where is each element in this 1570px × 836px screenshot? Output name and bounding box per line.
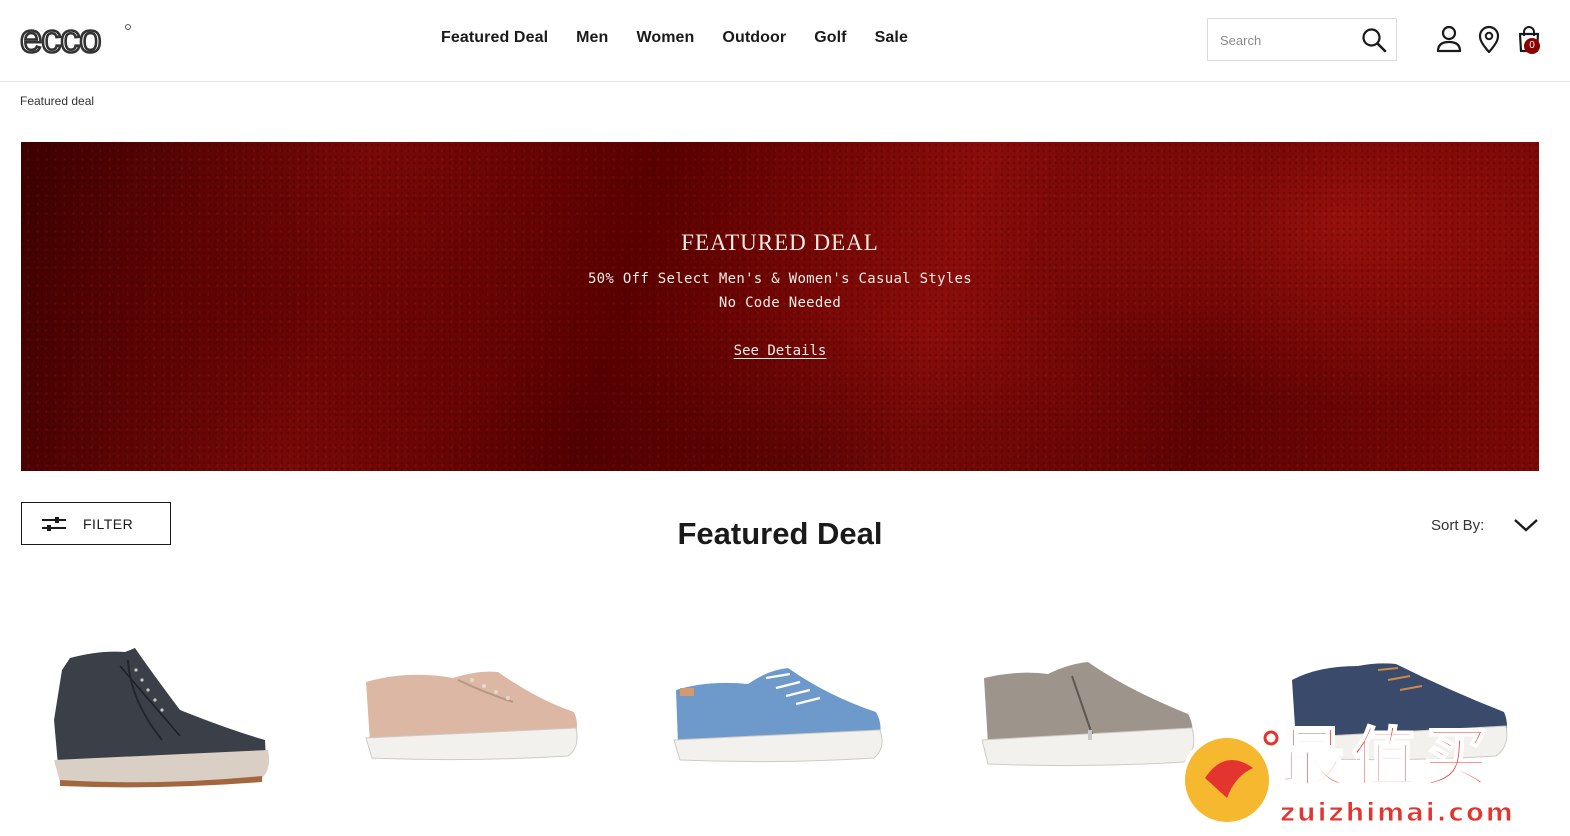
nav-men[interactable]: Men [576,28,608,48]
see-details-link[interactable]: See Details [734,343,827,359]
breadcrumb[interactable]: Featured deal [20,94,94,108]
banner-subtitle-2: No Code Needed [718,295,842,311]
shoe-upper [54,648,266,765]
nav-outdoor[interactable]: Outdoor [722,28,786,48]
banner-subtitle: 50% Off Select Men's & Women's Casual St… [587,271,973,287]
promo-banner: FEATURED DEAL 50% Off Select Men's & Wom… [21,142,1539,471]
product-card[interactable] [40,600,340,836]
product-image[interactable] [40,600,340,836]
page-title: Featured Deal [677,516,883,551]
nav-golf[interactable]: Golf [814,28,846,48]
watermark-url: zuizhimai.com [1280,798,1515,829]
site-header: ecco Featured Deal Men Women Outdoor Gol… [0,0,1570,82]
sort-label[interactable]: Sort By: [1431,517,1484,534]
nav-sale[interactable]: Sale [875,28,908,48]
main-nav: Featured Deal Men Women Outdoor Golf Sal… [441,28,908,48]
product-card[interactable] [658,600,958,836]
banner-title: FEATURED DEAL [681,230,879,255]
search-box [1207,18,1397,61]
search-icon[interactable] [1360,26,1388,54]
product-image[interactable] [658,600,958,836]
store-locator-icon[interactable] [1474,24,1504,54]
product-card[interactable] [348,600,648,836]
nav-featured-deal[interactable]: Featured Deal [441,28,548,48]
cart-count-badge: 0 [1524,38,1540,54]
chevron-down-icon[interactable] [1512,514,1540,536]
product-image[interactable] [348,600,648,836]
nav-women[interactable]: Women [636,28,694,48]
ecco-logo[interactable]: ecco [20,22,132,56]
watermark-text: 最值买 [1279,722,1496,796]
account-icon[interactable] [1434,24,1464,54]
banner-link-wrap: See Details [21,343,1539,359]
logo-text: ecco [20,22,101,56]
search-input[interactable] [1220,30,1350,50]
